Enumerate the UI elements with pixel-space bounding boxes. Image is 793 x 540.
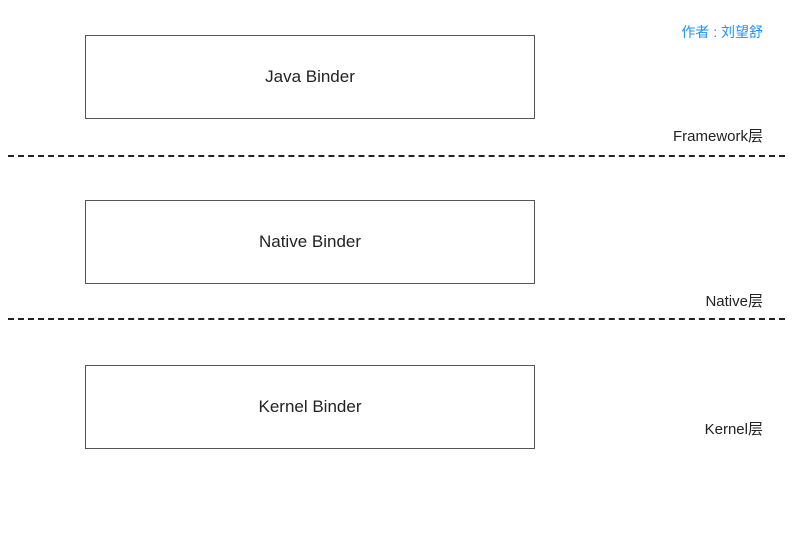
- divider-native-kernel: [8, 318, 785, 320]
- java-binder-box: Java Binder: [85, 35, 535, 119]
- kernel-binder-box: Kernel Binder: [85, 365, 535, 449]
- framework-layer-label: Framework层: [673, 125, 763, 146]
- kernel-layer-label: Kernel层: [705, 418, 763, 439]
- native-binder-box: Native Binder: [85, 200, 535, 284]
- native-layer-label: Native层: [705, 290, 763, 311]
- divider-framework-native: [8, 155, 785, 157]
- author-credit: 作者 : 刘望舒: [681, 22, 763, 42]
